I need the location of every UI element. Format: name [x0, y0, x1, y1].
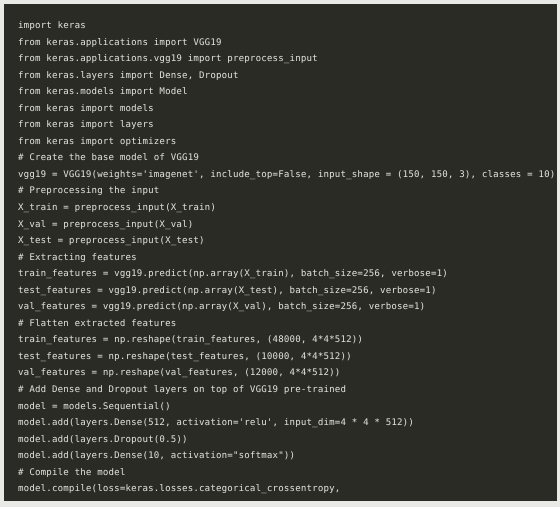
- code-line: from keras.applications.vgg19 import pre…: [18, 54, 318, 65]
- code-line: model.compile(loss=keras.losses.categori…: [18, 484, 341, 495]
- code-line: X_val = preprocess_input(X_val): [18, 219, 194, 230]
- code-line: vgg19 = VGG19(weights='imagenet', includ…: [18, 169, 556, 180]
- code-line: X_train = preprocess_input(X_train): [18, 203, 216, 214]
- code-line: val_features = np.reshape(val_features, …: [18, 368, 341, 379]
- code-line: model.add(layers.Dense(512, activation='…: [18, 418, 414, 429]
- code-line: # Extracting features: [18, 252, 137, 263]
- code-block[interactable]: import keras from keras.applications impo…: [4, 4, 557, 501]
- code-line: # Flatten extracted features: [18, 318, 177, 329]
- code-lines-container: import keras from keras.applications impo…: [18, 18, 557, 501]
- code-line: from keras.layers import Dense, Dropout: [18, 70, 239, 81]
- code-line: # Add Dense and Dropout layers on top of…: [18, 385, 347, 396]
- code-line: from keras import layers: [18, 120, 154, 131]
- code-line: X_test = preprocess_input(X_test): [18, 236, 205, 247]
- code-line: optimizer=keras.optimizers.Adam(),: [18, 498, 557, 502]
- code-line: test_features = vgg19.predict(np.array(X…: [18, 285, 437, 296]
- code-line: model.add(layers.Dropout(0.5)): [18, 434, 188, 445]
- code-line: from keras.applications import VGG19: [18, 37, 222, 48]
- code-line: val_features = vgg19.predict(np.array(X_…: [18, 302, 426, 313]
- code-line: train_features = vgg19.predict(np.array(…: [18, 269, 448, 280]
- code-line: from keras import models: [18, 103, 154, 114]
- code-line: # Compile the model: [18, 467, 126, 478]
- code-line: from keras.models import Model: [18, 87, 188, 98]
- code-line: model.add(layers.Dense(10, activation="s…: [18, 451, 296, 462]
- code-line: train_features = np.reshape(train_featur…: [18, 335, 364, 346]
- code-line: # Preprocessing the input: [18, 186, 160, 197]
- code-line: model = models.Sequential(): [18, 401, 171, 412]
- code-line: from keras import optimizers: [18, 136, 177, 147]
- code-line: import keras: [18, 21, 86, 31]
- code-line: # Create the base model of VGG19: [18, 153, 200, 164]
- code-line: test_features = np.reshape(test_features…: [18, 351, 352, 362]
- code-snippet-frame: import keras from keras.applications impo…: [0, 0, 560, 507]
